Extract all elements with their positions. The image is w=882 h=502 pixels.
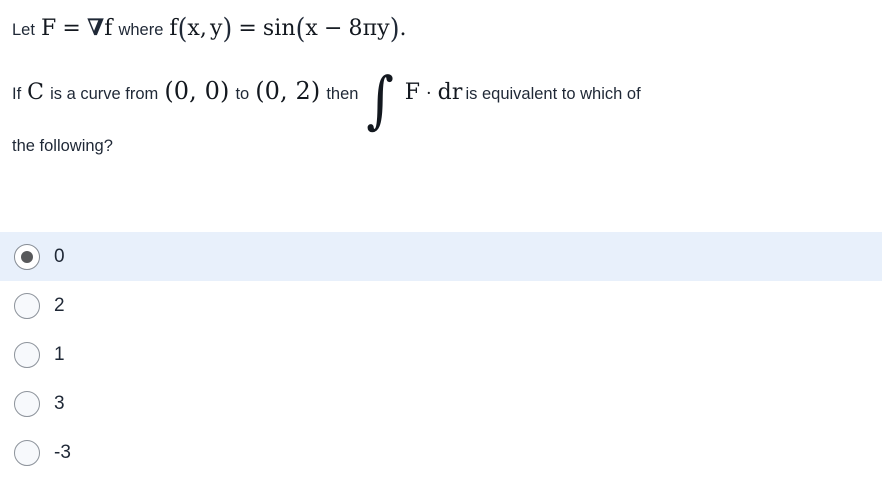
radio-dot-2	[21, 349, 33, 361]
radio-dot-0	[21, 250, 33, 263]
math-comma-1: ,	[199, 16, 208, 41]
math-paren-open-1: (	[177, 12, 188, 45]
math-pi: π	[362, 16, 378, 41]
math-vector-F: F	[40, 16, 57, 41]
math-vector-r: r	[451, 80, 463, 105]
question-where-text: where	[118, 21, 164, 39]
answer-option-2[interactable]: 1	[0, 330, 882, 379]
math-paren-open-2: (	[295, 12, 306, 45]
math-point-a: (0, 0)	[164, 77, 230, 105]
radio-dot-3	[21, 398, 33, 410]
math-paren-close-1: )	[222, 12, 233, 45]
math-sin: sin	[262, 16, 296, 41]
math-eight: 8	[348, 16, 363, 41]
math-y-1: y	[210, 16, 223, 41]
answer-option-3[interactable]: 3	[0, 379, 882, 428]
question-tail-text: is equivalent to which of	[465, 85, 641, 103]
answer-option-0[interactable]: 0	[0, 232, 882, 281]
math-f-1: f	[104, 16, 113, 41]
math-y-2: y	[377, 16, 390, 41]
answer-option-label-3: 3	[54, 393, 65, 414]
question-stem: Let F = ∇f where f(x, y) = sin(x −8πy). If Cis a c…	[0, 0, 882, 155]
question-to-text: to	[235, 85, 250, 103]
question-curve-text: is a curve from	[50, 85, 159, 103]
answer-option-label-2: 1	[54, 344, 65, 365]
answer-option-label-4: -3	[54, 442, 71, 463]
math-dot-product-icon: ·	[426, 84, 432, 104]
radio-dot-1	[21, 300, 33, 312]
question-then-text: then	[326, 85, 359, 103]
math-period: .	[399, 16, 407, 41]
math-equals-2: =	[238, 16, 257, 41]
answer-option-4[interactable]: -3	[0, 428, 882, 477]
answer-option-label-1: 2	[54, 295, 65, 316]
math-paren-close-2: )	[389, 12, 400, 45]
math-x-1: x	[187, 16, 200, 41]
answer-options-list: 0 2 1 3 -3	[0, 232, 882, 477]
math-x-2: x	[305, 16, 318, 41]
math-minus: −	[323, 16, 343, 41]
question-if-text: If	[12, 85, 22, 103]
radio-button-2[interactable]	[14, 341, 40, 368]
question-line-3: the following?	[12, 104, 870, 155]
question-page: Let F = ∇f where f(x, y) = sin(x −8πy). If Cis a c…	[0, 0, 882, 502]
radio-button-3[interactable]	[14, 390, 40, 417]
question-line-1: Let F = ∇f where f(x, y) = sin(x −8πy).	[12, 0, 870, 45]
math-vector-F-2: F	[404, 80, 421, 105]
question-line-2: If Cis a curve from (0, 0) to (0, 2) then ∫ F · d…	[12, 63, 641, 136]
radio-dot-4	[21, 447, 33, 459]
math-equals-1: =	[62, 16, 81, 41]
question-following-text: the following?	[12, 137, 113, 155]
math-point-b: (0, 2)	[255, 77, 321, 105]
math-f-2: f	[169, 16, 178, 41]
radio-button-1[interactable]	[14, 292, 40, 319]
answer-option-1[interactable]: 2	[0, 281, 882, 330]
math-d: d	[437, 80, 452, 105]
math-curve-C: C	[27, 80, 45, 105]
question-lead-text: Let	[12, 21, 35, 39]
math-nabla-icon: ∇	[86, 14, 105, 41]
radio-button-4[interactable]	[14, 439, 40, 466]
radio-button-0[interactable]	[14, 243, 40, 270]
answer-option-label-0: 0	[54, 246, 65, 267]
